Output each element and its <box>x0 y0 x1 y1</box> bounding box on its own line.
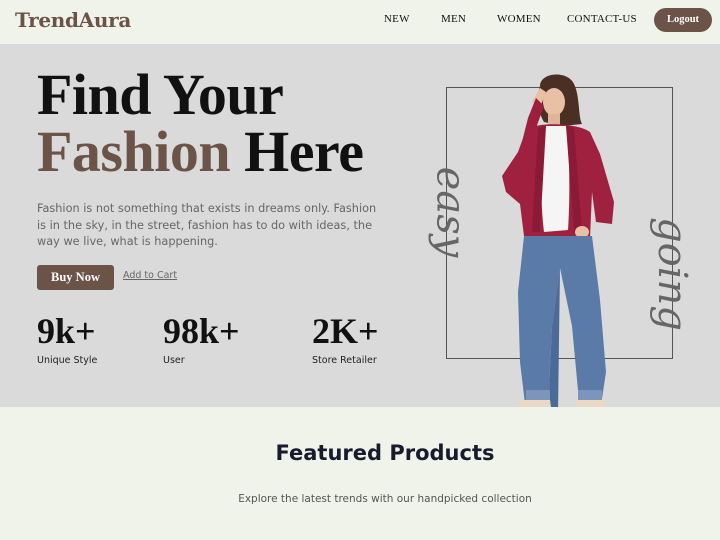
nav-link-new[interactable]: NEW <box>384 13 410 25</box>
model-jeans <box>518 236 606 407</box>
headline-rest: Here <box>244 119 364 184</box>
model-cuff-right <box>578 390 602 400</box>
brand-logo[interactable]: TrendAura <box>15 8 131 32</box>
model-shoe-left <box>518 400 551 407</box>
model-tee <box>541 126 570 232</box>
model-cuff-left <box>526 390 550 400</box>
headline-line1: Find Your <box>37 62 284 127</box>
model-neck <box>548 114 560 126</box>
featured-products-title: Featured Products <box>275 441 495 465</box>
featured-products-subtitle: Explore the latest trends with our handp… <box>238 493 532 505</box>
hero-description: Fashion is not something that exists in … <box>37 202 377 248</box>
hero-model-image <box>502 74 614 407</box>
stat-label-user: User <box>163 355 185 366</box>
script-word-easy: easy <box>427 166 474 258</box>
nav-link-men[interactable]: MEN <box>441 13 466 25</box>
stat-value-store-retailer: 2K+ <box>312 311 379 351</box>
hero-section: Find Your Fashion Here Fashion is not so… <box>0 44 720 407</box>
nav-link-contact-us[interactable]: CONTACT-US <box>567 13 637 25</box>
stat-label-store-retailer: Store Retailer <box>312 355 377 366</box>
model-face <box>543 88 565 116</box>
nav-link-women[interactable]: WOMEN <box>497 13 541 25</box>
logout-button[interactable]: Logout <box>654 8 712 32</box>
stat-label-unique-style: Unique Style <box>37 355 98 366</box>
stat-value-unique-style: 9k+ <box>37 311 96 351</box>
model-shoe-right <box>575 400 605 407</box>
script-word-going: going <box>648 217 695 331</box>
add-to-cart-link[interactable]: Add to Cart <box>123 270 177 281</box>
headline-accent: Fashion <box>37 119 231 184</box>
hero-headline: Find Your Fashion Here <box>37 66 364 181</box>
stat-value-user: 98k+ <box>163 311 240 351</box>
navbar: TrendAura NEW MEN WOMEN CONTACT-US Logou… <box>0 0 720 44</box>
buy-now-button[interactable]: Buy Now <box>37 265 114 290</box>
